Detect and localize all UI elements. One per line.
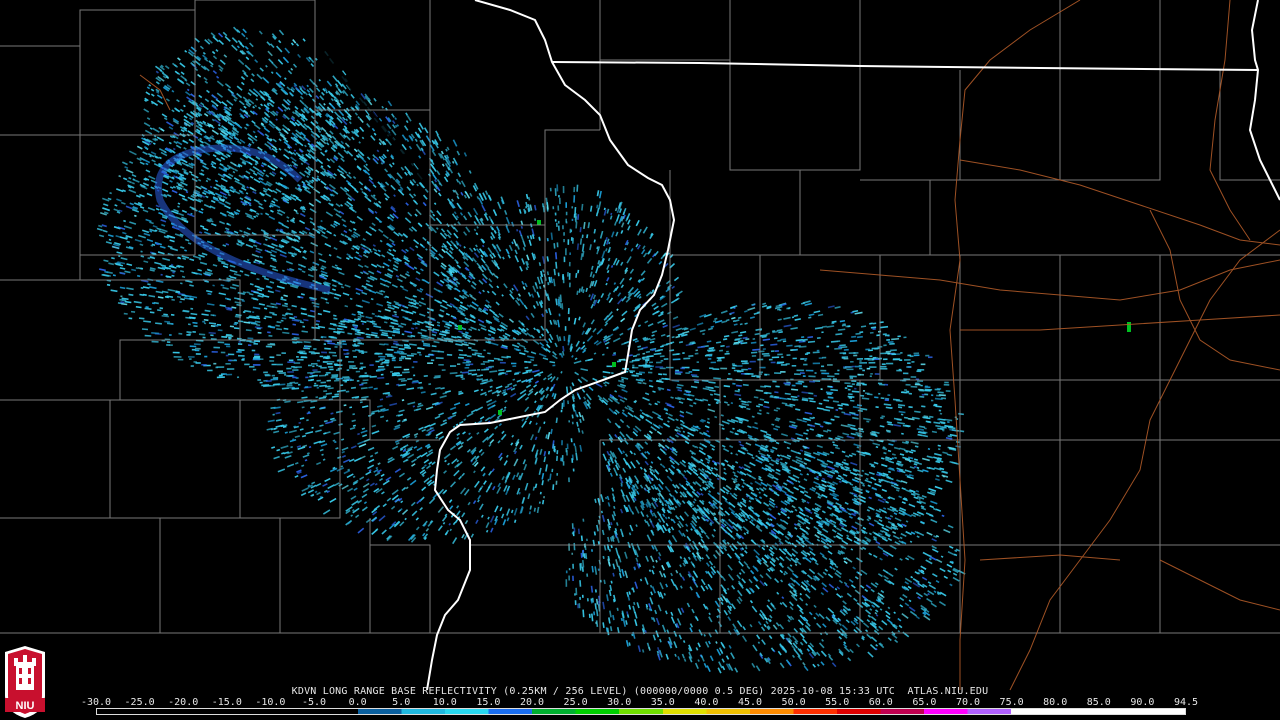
colorbar-tick: 0.0 <box>348 697 367 708</box>
colorbar-tick: 10.0 <box>432 697 457 708</box>
reflectivity-colorbar <box>96 708 1186 715</box>
niu-logo: NIU <box>5 646 45 718</box>
colorbar-tick: 40.0 <box>694 697 719 708</box>
colorbar-tick: 90.0 <box>1130 697 1155 708</box>
radar-map <box>0 0 1280 720</box>
colorbar-tick: 60.0 <box>868 697 893 708</box>
colorbar-tick: 5.0 <box>392 697 411 708</box>
colorbar-tick: 70.0 <box>955 697 981 708</box>
colorbar-tick: -20.0 <box>168 697 199 708</box>
colorbar-tick: -10.0 <box>255 697 286 708</box>
colorbar-tick: -5.0 <box>301 697 327 708</box>
colorbar-tick: 80.0 <box>1043 697 1068 708</box>
colorbar-tick: 35.0 <box>650 697 675 708</box>
colorbar-tick: -30.0 <box>80 697 112 708</box>
colorbar-tick: 50.0 <box>781 697 806 708</box>
colorbar-tick: -25.0 <box>124 697 155 708</box>
colorbar-tick: 20.0 <box>519 697 545 708</box>
colorbar-tick: 15.0 <box>476 697 501 708</box>
colorbar-tick: 30.0 <box>607 697 632 708</box>
colorbar-tick: 25.0 <box>563 697 588 708</box>
logo-text: NIU <box>16 700 35 712</box>
product-caption: KDVN LONG RANGE BASE REFLECTIVITY (0.25K… <box>291 686 989 697</box>
colorbar-tick: 55.0 <box>825 697 850 708</box>
colorbar-tick: -15.0 <box>211 697 242 708</box>
colorbar-tick: 45.0 <box>737 697 763 708</box>
colorbar-tick: 65.0 <box>912 697 937 708</box>
colorbar-tick: 94.5 <box>1173 697 1199 708</box>
colorbar-tick: 85.0 <box>1086 697 1111 708</box>
colorbar-tick: 75.0 <box>999 697 1024 708</box>
